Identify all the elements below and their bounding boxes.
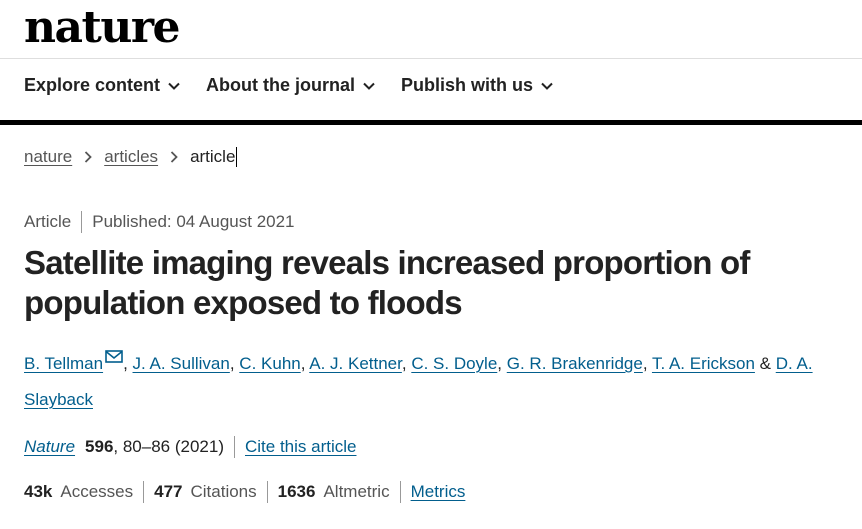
citation-line: Nature 596 , 80–86 (2021) Cite this arti… (24, 436, 356, 458)
altmetric-label: Altmetric (323, 482, 390, 501)
nav-item-label: Publish with us (401, 75, 534, 95)
author-link[interactable]: B. Tellman (24, 354, 103, 373)
breadcrumb-articles-link[interactable]: articles (104, 147, 158, 167)
chevron-down-icon (363, 82, 375, 90)
nav-explore-content[interactable]: Explore content (24, 75, 180, 96)
chevron-down-icon (541, 82, 553, 90)
author-link[interactable]: T. A. Erickson (652, 354, 755, 373)
citation-divider (234, 436, 235, 458)
mail-icon[interactable] (105, 350, 123, 363)
breadcrumb-home-link[interactable]: nature (24, 147, 72, 167)
author-separator: , (497, 354, 507, 373)
chevron-down-icon (168, 82, 180, 90)
author-separator: , (123, 354, 133, 373)
metrics-divider (399, 481, 401, 503)
author-separator: , (642, 354, 652, 373)
author-separator: , (229, 354, 240, 373)
article-title: Satellite imaging reveals increased prop… (24, 244, 750, 321)
nav-item-label: Explore content (24, 75, 161, 95)
header-divider (0, 58, 862, 59)
author-joiner: & (754, 354, 776, 373)
meta-divider (81, 211, 83, 233)
nav-item-label: About the journal (206, 75, 356, 95)
journal-link[interactable]: Nature (24, 437, 75, 457)
metrics-bar: 43k Accesses 477 Citations 1636 Altmetri… (24, 481, 465, 503)
chevron-right-icon (170, 151, 178, 163)
author-link[interactable]: G. R. Brakenridge (507, 354, 643, 373)
metrics-link[interactable]: Metrics (411, 482, 466, 502)
author-link[interactable]: A. J. Kettner (309, 354, 402, 373)
metrics-divider (143, 481, 145, 503)
breadcrumb: nature articles article (24, 147, 238, 167)
text-cursor (236, 147, 238, 167)
nature-logo[interactable]: nature (24, 2, 181, 54)
pages-year: , 80–86 (2021) (113, 437, 224, 456)
published-date: Published: 04 August 2021 (92, 212, 295, 231)
author-separator: , (300, 354, 310, 373)
accesses-count: 43k (24, 482, 53, 501)
breadcrumb-current: article (190, 147, 236, 166)
author-link[interactable]: C. S. Doyle (411, 354, 497, 373)
nav-publish-with-us[interactable]: Publish with us (401, 75, 553, 96)
chevron-right-icon (85, 151, 92, 163)
citations-label: Citations (190, 482, 257, 501)
citations-count: 477 (154, 482, 183, 501)
metrics-divider (266, 481, 268, 503)
author-list: B. Tellman, J. A. Sullivan, C. Kuhn, A. … (24, 346, 834, 418)
nav-bottom-border (0, 120, 862, 125)
main-nav: Explore content About the journal Publis… (24, 75, 553, 96)
author-separator: , (401, 354, 412, 373)
altmetric-score: 1636 (277, 482, 316, 501)
accesses-label: Accesses (60, 482, 134, 501)
author-link[interactable]: J. A. Sullivan (133, 354, 230, 373)
volume: 596 (85, 437, 114, 456)
article-meta: Article Published: 04 August 2021 (24, 211, 295, 233)
author-link[interactable]: C. Kuhn (239, 354, 300, 373)
article-type: Article (24, 212, 72, 231)
cite-this-article-link[interactable]: Cite this article (245, 437, 356, 457)
nav-about-journal[interactable]: About the journal (206, 75, 375, 96)
